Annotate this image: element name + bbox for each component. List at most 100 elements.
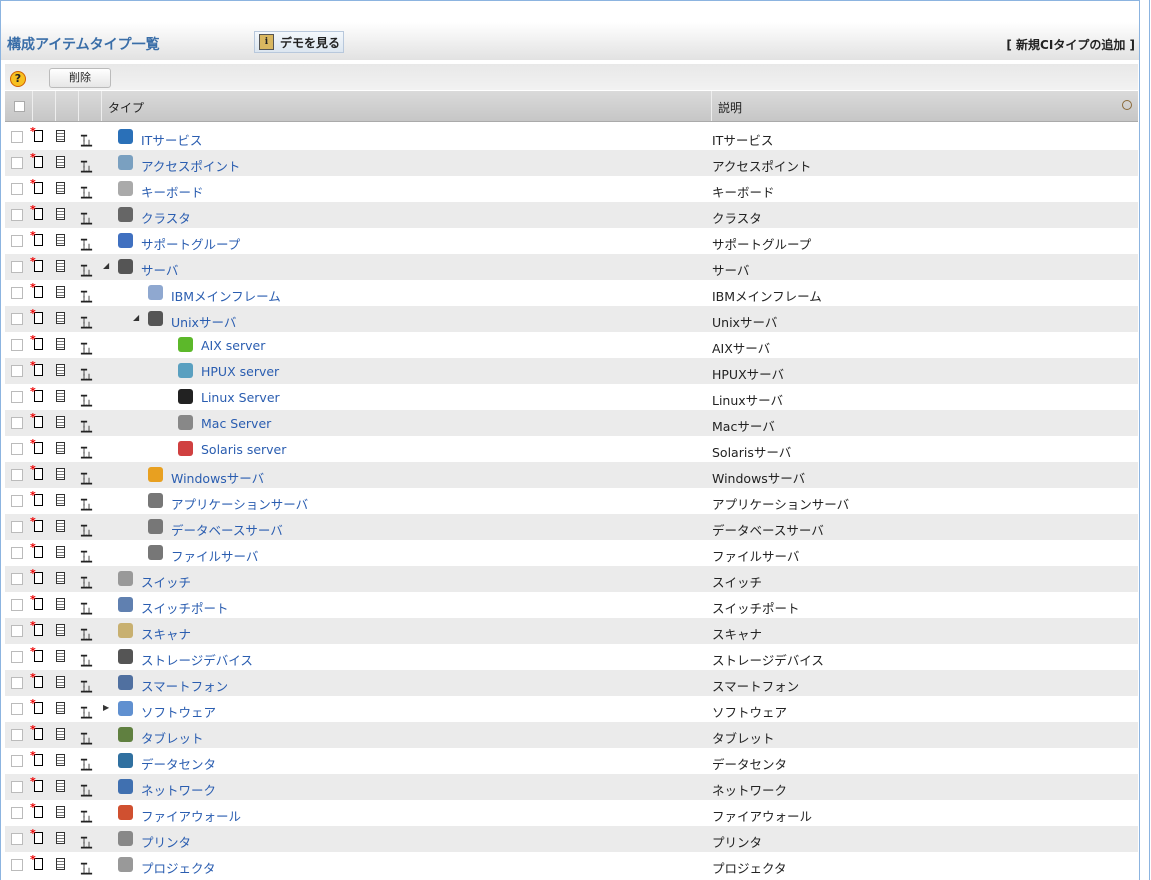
hierarchy-icon[interactable]: ┯ ┷┷ <box>81 314 92 334</box>
ci-type-link[interactable]: スイッチポート <box>141 598 229 617</box>
row-checkbox[interactable] <box>11 391 23 403</box>
row-checkbox[interactable] <box>11 443 23 455</box>
hierarchy-icon[interactable]: ┯ ┷┷ <box>81 340 92 360</box>
detail-icon[interactable] <box>56 286 65 298</box>
hierarchy-icon[interactable]: ┯ ┷┷ <box>81 236 92 256</box>
ci-type-link[interactable]: データベースサーバ <box>171 520 283 539</box>
detail-icon[interactable] <box>56 572 65 584</box>
hierarchy-icon[interactable]: ┯ ┷┷ <box>81 756 92 776</box>
ci-type-link[interactable]: ITサービス <box>141 130 202 149</box>
new-child-icon[interactable] <box>30 645 43 662</box>
row-checkbox[interactable] <box>11 573 23 585</box>
detail-icon[interactable] <box>56 728 65 740</box>
hierarchy-icon[interactable]: ┯ ┷┷ <box>81 652 92 672</box>
new-child-icon[interactable] <box>30 619 43 636</box>
row-checkbox[interactable] <box>11 235 23 247</box>
row-checkbox[interactable] <box>11 625 23 637</box>
ci-type-link[interactable]: クラスタ <box>141 208 191 227</box>
ci-type-link[interactable]: タブレット <box>141 728 204 747</box>
ci-type-link[interactable]: スマートフォン <box>141 676 228 695</box>
ci-type-link[interactable]: ファイアウォール <box>141 806 241 825</box>
hierarchy-icon[interactable]: ┯ ┷┷ <box>81 548 92 568</box>
header-col-desc[interactable]: 説明 <box>712 91 1138 121</box>
hierarchy-icon[interactable]: ┯ ┷┷ <box>81 496 92 516</box>
row-checkbox[interactable] <box>11 859 23 871</box>
row-checkbox[interactable] <box>11 807 23 819</box>
add-ci-type-link[interactable]: [ 新規CIタイプの追加 ] <box>1006 36 1135 53</box>
detail-icon[interactable] <box>56 338 65 350</box>
ci-type-link[interactable]: アプリケーションサーバ <box>171 494 308 513</box>
row-checkbox[interactable] <box>11 729 23 741</box>
row-checkbox[interactable] <box>11 677 23 689</box>
detail-icon[interactable] <box>56 858 65 870</box>
hierarchy-icon[interactable]: ┯ ┷┷ <box>81 678 92 698</box>
detail-icon[interactable] <box>56 650 65 662</box>
row-checkbox[interactable] <box>11 313 23 325</box>
detail-icon[interactable] <box>56 182 65 194</box>
new-child-icon[interactable] <box>30 463 43 480</box>
detail-icon[interactable] <box>56 676 65 688</box>
row-checkbox[interactable] <box>11 833 23 845</box>
hierarchy-icon[interactable]: ┯ ┷┷ <box>81 444 92 464</box>
hierarchy-icon[interactable]: ┯ ┷┷ <box>81 834 92 854</box>
hierarchy-icon[interactable]: ┯ ┷┷ <box>81 288 92 308</box>
detail-icon[interactable] <box>56 208 65 220</box>
detail-icon[interactable] <box>56 702 65 714</box>
hierarchy-icon[interactable]: ┯ ┷┷ <box>81 132 92 152</box>
row-checkbox[interactable] <box>11 469 23 481</box>
new-child-icon[interactable] <box>30 749 43 766</box>
ci-type-link[interactable]: スキャナ <box>141 624 191 643</box>
new-child-icon[interactable] <box>30 853 43 870</box>
ci-type-link[interactable]: データセンタ <box>141 754 216 773</box>
new-child-icon[interactable] <box>30 333 43 350</box>
hierarchy-icon[interactable]: ┯ ┷┷ <box>81 600 92 620</box>
detail-icon[interactable] <box>56 546 65 558</box>
row-checkbox[interactable] <box>11 339 23 351</box>
ci-type-link[interactable]: Mac Server <box>201 416 271 431</box>
new-child-icon[interactable] <box>30 151 43 168</box>
hierarchy-icon[interactable]: ┯ ┷┷ <box>81 392 92 412</box>
new-child-icon[interactable] <box>30 385 43 402</box>
ci-type-link[interactable]: ネットワーク <box>141 780 216 799</box>
new-child-icon[interactable] <box>30 437 43 454</box>
row-checkbox[interactable] <box>11 703 23 715</box>
hierarchy-icon[interactable]: ┯ ┷┷ <box>81 626 92 646</box>
help-icon[interactable]: ? <box>10 71 26 87</box>
view-demo-button[interactable]: i デモを見る <box>254 31 344 53</box>
row-checkbox[interactable] <box>11 183 23 195</box>
ci-type-link[interactable]: Linux Server <box>201 390 280 405</box>
new-child-icon[interactable] <box>30 671 43 688</box>
new-child-icon[interactable] <box>30 359 43 376</box>
new-child-icon[interactable] <box>30 489 43 506</box>
row-checkbox[interactable] <box>11 599 23 611</box>
detail-icon[interactable] <box>56 234 65 246</box>
row-checkbox[interactable] <box>11 651 23 663</box>
ci-type-link[interactable]: Solaris server <box>201 442 286 457</box>
row-checkbox[interactable] <box>11 131 23 143</box>
row-checkbox[interactable] <box>11 417 23 429</box>
new-child-icon[interactable] <box>30 775 43 792</box>
ci-type-link[interactable]: IBMメインフレーム <box>171 286 281 305</box>
row-checkbox[interactable] <box>11 287 23 299</box>
new-child-icon[interactable] <box>30 281 43 298</box>
detail-icon[interactable] <box>56 754 65 766</box>
detail-icon[interactable] <box>56 260 65 272</box>
row-checkbox[interactable] <box>11 755 23 767</box>
ci-type-link[interactable]: プロジェクタ <box>141 858 216 877</box>
new-child-icon[interactable] <box>30 229 43 246</box>
new-child-icon[interactable] <box>30 203 43 220</box>
tree-toggle-icon[interactable]: ◢ <box>103 261 109 270</box>
detail-icon[interactable] <box>56 130 65 142</box>
row-checkbox[interactable] <box>11 495 23 507</box>
tree-toggle-icon[interactable]: ▶ <box>103 703 109 712</box>
detail-icon[interactable] <box>56 624 65 636</box>
ci-type-link[interactable]: ソフトウェア <box>141 702 216 721</box>
tree-toggle-icon[interactable]: ◢ <box>133 313 139 322</box>
new-child-icon[interactable] <box>30 515 43 532</box>
ci-type-link[interactable]: サポートグループ <box>141 234 240 253</box>
hierarchy-icon[interactable]: ┯ ┷┷ <box>81 574 92 594</box>
detail-icon[interactable] <box>56 156 65 168</box>
header-col-type[interactable]: タイプ <box>102 91 712 121</box>
hierarchy-icon[interactable]: ┯ ┷┷ <box>81 262 92 282</box>
ci-type-link[interactable]: AIX server <box>201 338 265 353</box>
